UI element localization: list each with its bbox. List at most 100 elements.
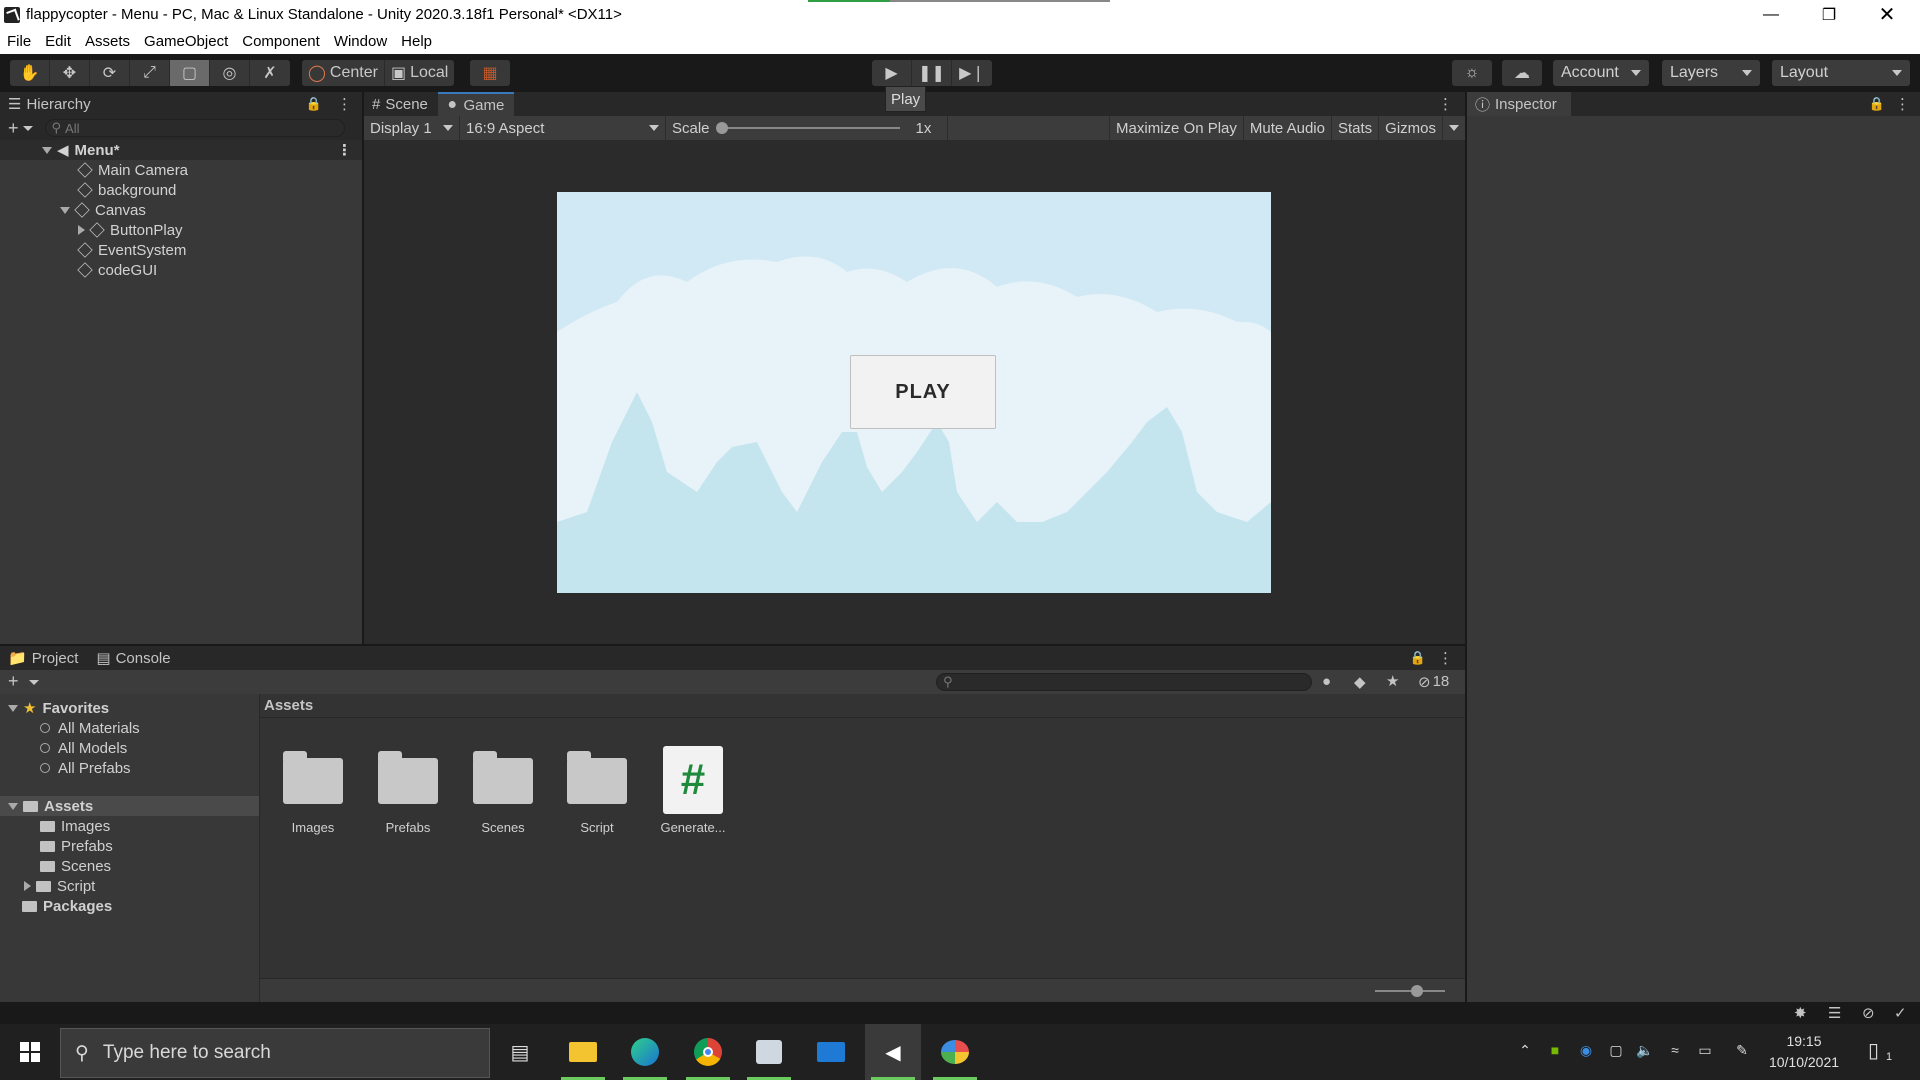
step-button[interactable]: ▶❘ xyxy=(952,60,992,86)
project-search-input[interactable]: ⚲ xyxy=(936,673,1312,691)
wifi-icon[interactable]: ≈ xyxy=(1666,1042,1684,1060)
collapse-icon[interactable] xyxy=(24,881,31,891)
cache-icon[interactable]: ⊘ xyxy=(1862,1004,1875,1022)
menu-gameobject[interactable]: GameObject xyxy=(144,33,228,50)
volume-icon[interactable]: 🔈 xyxy=(1636,1042,1654,1060)
scene-row[interactable]: ◀ Menu* ⋮ xyxy=(0,140,362,160)
clock[interactable]: 19:15 10/10/2021 xyxy=(1764,1031,1844,1073)
check-circle-icon[interactable]: ✓ xyxy=(1894,1004,1907,1022)
hierarchy-item[interactable]: Canvas xyxy=(0,200,362,220)
pivot-center-button[interactable]: ◯ Center xyxy=(302,60,385,86)
scale-slider[interactable] xyxy=(715,122,900,134)
icon-size-slider-handle[interactable] xyxy=(1411,985,1423,997)
tab-scene[interactable]: # Scene xyxy=(364,92,438,116)
play-button[interactable]: ▶ xyxy=(872,60,912,86)
kebab-menu-icon[interactable]: ⋮ xyxy=(337,141,352,159)
kebab-menu-icon[interactable]: ⋮ xyxy=(1438,92,1453,116)
paint-icon[interactable] xyxy=(927,1024,983,1080)
asset-item[interactable]: Prefabs xyxy=(363,746,453,835)
gizmos-dropdown[interactable] xyxy=(1443,116,1465,140)
add-icon[interactable]: + xyxy=(8,671,19,692)
tab-project[interactable]: 📁 Project xyxy=(0,646,89,670)
hidden-packages-toggle[interactable]: ⊘ 18 xyxy=(1418,673,1449,691)
pause-button[interactable]: ❚❚ xyxy=(912,60,952,86)
hand-tool-icon[interactable]: ✋ xyxy=(10,60,50,86)
kebab-menu-icon[interactable]: ⋮ xyxy=(1895,92,1910,116)
expand-icon[interactable] xyxy=(8,704,18,712)
collapse-icon[interactable] xyxy=(78,225,85,235)
tablet-icon[interactable]: ▢ xyxy=(1607,1042,1625,1060)
tab-hierarchy[interactable]: ☰ Hierarchy 🔒 ⋮ xyxy=(0,92,362,116)
menu-edit[interactable]: Edit xyxy=(45,33,71,50)
menu-help[interactable]: Help xyxy=(401,33,432,50)
menu-file[interactable]: File xyxy=(7,33,31,50)
asset-item[interactable]: Scenes xyxy=(458,746,548,835)
play-game-button[interactable]: PLAY xyxy=(850,355,996,429)
favorites-row[interactable]: ★ Favorites xyxy=(0,698,259,718)
display-dropdown[interactable]: Display 1 xyxy=(364,116,460,140)
app-icon[interactable] xyxy=(741,1024,797,1080)
expand-icon[interactable] xyxy=(42,146,52,154)
scale-tool-icon[interactable]: ⤢ xyxy=(130,60,170,86)
hierarchy-item[interactable]: EventSystem xyxy=(0,240,362,260)
aspect-dropdown[interactable]: 16:9 Aspect xyxy=(460,116,666,140)
folder-item[interactable]: Scenes xyxy=(0,856,259,876)
debug-icon[interactable]: ✸ xyxy=(1794,1004,1807,1022)
menu-component[interactable]: Component xyxy=(242,33,320,50)
mute-audio-toggle[interactable]: Mute Audio xyxy=(1244,116,1332,140)
packages-row[interactable]: Packages xyxy=(0,896,259,916)
lock-icon[interactable]: 🔒 xyxy=(306,96,322,112)
folder-item[interactable]: Script xyxy=(0,876,259,896)
favorite-item[interactable]: All Prefabs xyxy=(0,758,259,778)
maximize-on-play-toggle[interactable]: Maximize On Play xyxy=(1109,116,1244,140)
move-tool-icon[interactable]: ✥ xyxy=(50,60,90,86)
close-button[interactable]: ✕ xyxy=(1858,0,1916,29)
tab-inspector[interactable]: ⓘ Inspector xyxy=(1467,92,1571,116)
collab-icon[interactable]: ☼ xyxy=(1452,60,1492,86)
favorite-item[interactable]: All Models xyxy=(0,738,259,758)
taskbar-search-input[interactable]: ⚲ Type here to search xyxy=(60,1028,490,1078)
icon-size-slider[interactable] xyxy=(1375,985,1445,997)
hierarchy-item[interactable]: background xyxy=(0,180,362,200)
hierarchy-item[interactable]: ButtonPlay xyxy=(0,220,362,240)
transform-tool-icon[interactable]: ◎ xyxy=(210,60,250,86)
edge-browser-icon[interactable] xyxy=(617,1024,673,1080)
layers-dropdown[interactable]: Layers xyxy=(1662,60,1760,86)
gizmos-toggle[interactable]: Gizmos xyxy=(1379,116,1443,140)
stats-toggle[interactable]: Stats xyxy=(1332,116,1380,140)
pen-icon[interactable]: ✎ xyxy=(1733,1042,1751,1060)
menu-window[interactable]: Window xyxy=(334,33,387,50)
battery-icon[interactable]: ▭ xyxy=(1696,1042,1714,1060)
rect-tool-icon[interactable]: ▢ xyxy=(170,60,210,86)
account-dropdown[interactable]: Account xyxy=(1553,60,1649,86)
hierarchy-item[interactable]: Main Camera xyxy=(0,160,362,180)
grid-snap-icon[interactable]: ▦ xyxy=(470,60,510,86)
folder-item[interactable]: Prefabs xyxy=(0,836,259,856)
teamviewer-icon[interactable]: ◉ xyxy=(1577,1042,1595,1060)
chevron-down-icon[interactable] xyxy=(22,125,33,131)
cloud-icon[interactable]: ☁ xyxy=(1502,60,1542,86)
asset-item[interactable]: # Generate... xyxy=(648,746,738,835)
chevron-down-icon[interactable] xyxy=(29,680,39,685)
start-button[interactable] xyxy=(2,1024,58,1080)
chrome-browser-icon[interactable] xyxy=(680,1024,736,1080)
kebab-menu-icon[interactable]: ⋮ xyxy=(337,95,352,113)
rotate-tool-icon[interactable]: ⟳ xyxy=(90,60,130,86)
tab-game[interactable]: ⚫ Game xyxy=(437,92,515,116)
star-icon[interactable]: ★ xyxy=(1386,672,1399,690)
pivot-local-button[interactable]: ▣ Local xyxy=(385,60,454,86)
scale-slider-handle[interactable] xyxy=(715,122,728,134)
layout-dropdown[interactable]: Layout xyxy=(1772,60,1910,86)
favorite-item[interactable]: All Materials xyxy=(0,718,259,738)
asset-item[interactable]: Images xyxy=(268,746,358,835)
breadcrumb-assets[interactable]: Assets xyxy=(264,697,313,714)
assets-root-row[interactable]: Assets xyxy=(0,796,259,816)
kebab-menu-icon[interactable]: ⋮ xyxy=(1438,646,1453,670)
game-canvas[interactable]: PLAY xyxy=(557,192,1271,593)
asset-item[interactable]: Script xyxy=(552,746,642,835)
expand-icon[interactable] xyxy=(8,802,18,810)
add-icon[interactable]: + xyxy=(8,118,19,139)
unity-taskbar-icon[interactable]: ◀ xyxy=(865,1024,921,1080)
layers-icon[interactable]: ☰ xyxy=(1828,1004,1841,1022)
minimize-button[interactable]: — xyxy=(1742,0,1800,29)
